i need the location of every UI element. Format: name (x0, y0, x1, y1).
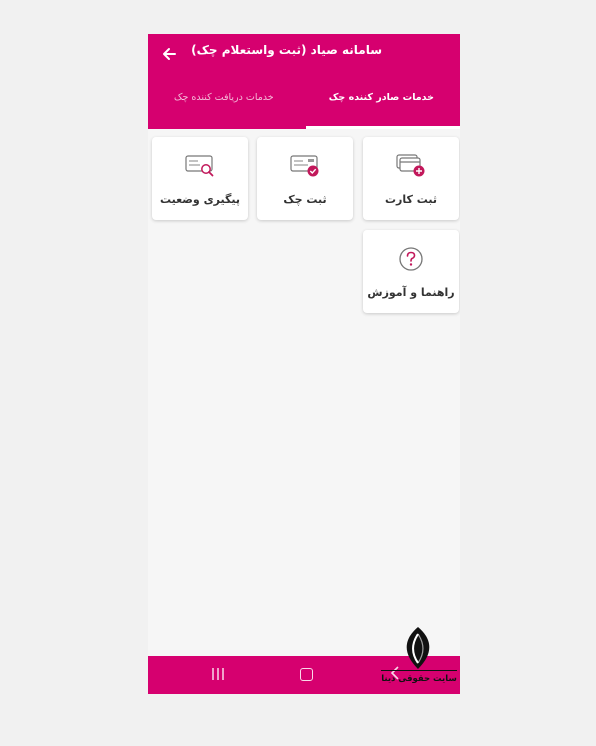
watermark-divider (381, 670, 457, 671)
service-label: راهنما و آموزش (367, 286, 455, 299)
active-tab-indicator (306, 126, 460, 129)
tab-receiver-services[interactable]: خدمات دریافت کننده چک (174, 92, 274, 103)
tab-issuer-services[interactable]: خدمات صادر کننده چک (329, 92, 434, 103)
service-card-help[interactable]: راهنما و آموزش (363, 230, 459, 313)
service-card-track-status[interactable]: پیگیری وضعیت (152, 137, 248, 220)
back-button[interactable] (158, 44, 182, 64)
app-bar: سامانه صیاد (ثبت واستعلام چک) خدمات صادر… (148, 34, 460, 129)
service-card-register-check[interactable]: ثبت چک (257, 137, 353, 220)
leaf-logo-icon (406, 627, 430, 669)
watermark-text: سایت حقوقی دینا (381, 674, 457, 684)
check-register-icon (290, 155, 319, 177)
service-label: ثبت کارت (384, 193, 437, 206)
phone-screen: سامانه صیاد (ثبت واستعلام چک) خدمات صادر… (148, 34, 460, 694)
home-icon[interactable] (300, 668, 313, 681)
service-label: ثبت چک (283, 193, 327, 206)
arrow-back-icon (163, 48, 176, 60)
card-add-icon (396, 154, 425, 177)
page-title: سامانه صیاد (ثبت واستعلام چک) (191, 43, 382, 57)
help-icon (399, 247, 423, 271)
service-card-register-card[interactable]: ثبت کارت (363, 137, 459, 220)
service-label: پیگیری وضعیت (159, 193, 241, 206)
recents-icon[interactable] (211, 667, 225, 681)
check-search-icon (185, 155, 214, 177)
